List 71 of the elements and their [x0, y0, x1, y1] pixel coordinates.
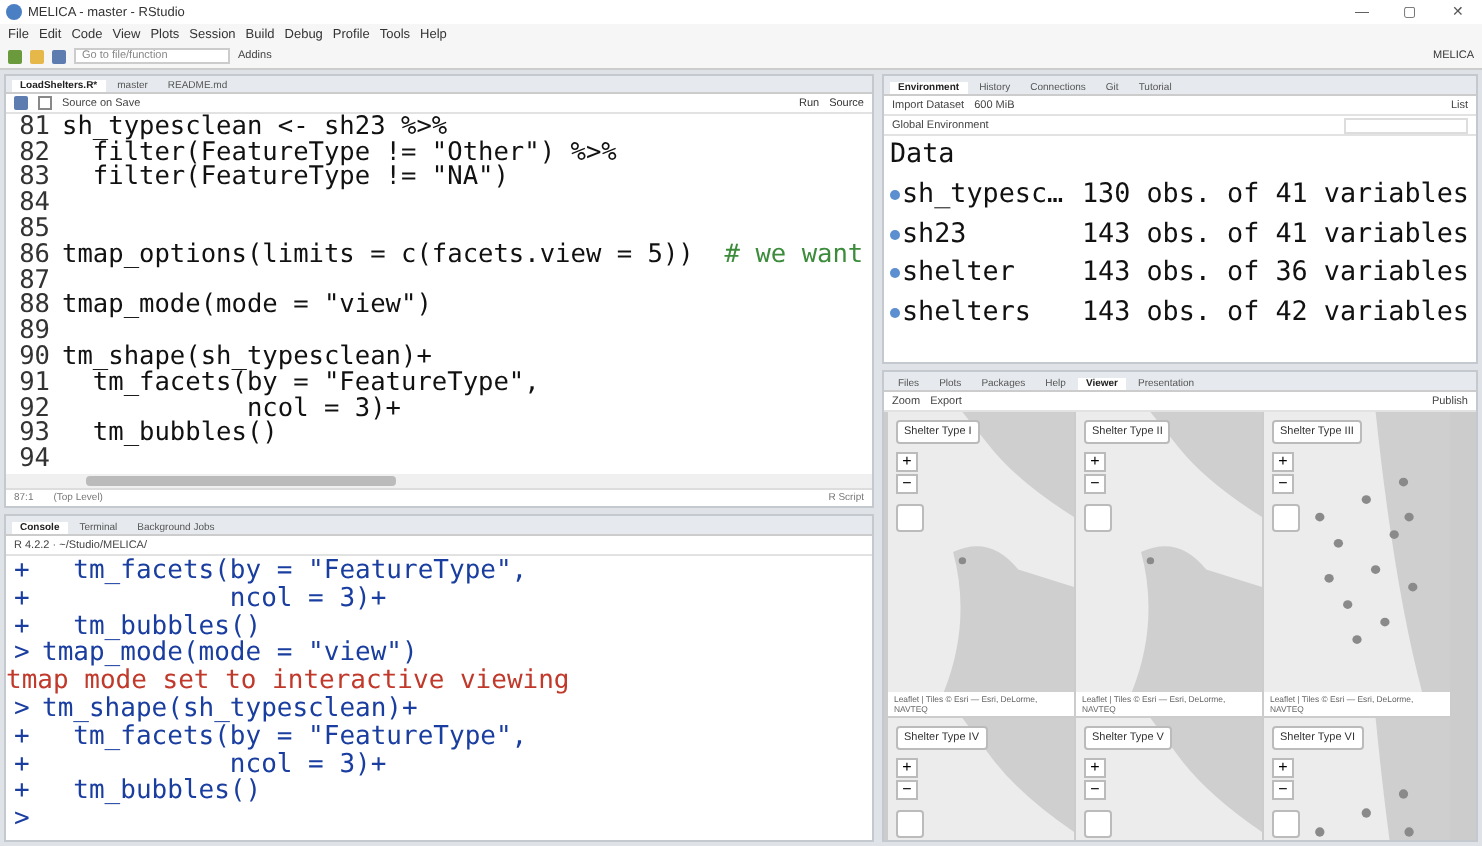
line-number: 94 — [17, 448, 52, 474]
code-comment: # we want — [724, 243, 864, 270]
section-heading: Data — [890, 138, 957, 174]
zoom-in-button[interactable]: + — [896, 758, 918, 778]
console-line: ncol = 3)+ — [229, 585, 387, 614]
line-number: 90 — [17, 346, 52, 372]
zoom-out-button[interactable]: − — [896, 780, 918, 800]
console-prompt: > — [12, 640, 32, 669]
object-summary: 143 obs. of 42 variables — [1082, 297, 1469, 328]
console-line: tm_bubbles() — [73, 613, 262, 641]
code-line: tm_bubbles() — [90, 422, 278, 449]
expand-icon[interactable] — [890, 229, 900, 240]
code-line: ncol = 3)+ — [246, 397, 401, 423]
zoom-out-button[interactable]: − — [1272, 780, 1294, 800]
console-line: tm_facets(by = "FeatureType", — [73, 723, 528, 752]
console-line: tm_shape(sh_typesclean)+ — [42, 695, 418, 724]
zoom-out-button[interactable]: − — [1272, 474, 1294, 494]
line-number: 82 — [17, 141, 52, 167]
console-prompt: + — [12, 558, 32, 586]
object-name[interactable]: sh23 — [902, 219, 1082, 250]
code-line: filter(FeatureType != "NA") — [90, 166, 509, 193]
zoom-in-button[interactable]: + — [1272, 758, 1294, 778]
console-prompt: + — [12, 778, 32, 807]
zoom-in-button[interactable]: + — [1272, 452, 1294, 472]
expand-icon[interactable] — [890, 190, 900, 201]
console-line: tm_bubbles() — [71, 778, 262, 807]
object-summary: 130 obs. of 41 variables — [1082, 180, 1469, 211]
zoom-out-button[interactable]: − — [896, 474, 918, 494]
search-field[interactable] — [1344, 117, 1468, 133]
scrollbar-thumb[interactable] — [86, 476, 396, 486]
expand-icon[interactable] — [890, 307, 900, 318]
code-line: tmap_mode(mode = "view") — [62, 294, 432, 321]
console-prompt: + — [12, 585, 32, 614]
zoom-in-button[interactable]: + — [1084, 758, 1106, 778]
console-line: ncol = 3)+ — [229, 751, 387, 779]
line-number: 87 — [17, 269, 52, 295]
line-number: 85 — [17, 218, 52, 244]
object-name[interactable]: shelters — [902, 297, 1082, 328]
zoom-in-button[interactable]: + — [896, 452, 918, 472]
line-number: 92 — [17, 397, 52, 423]
object-name[interactable]: sh_typesc… — [902, 180, 1082, 211]
line-number: 88 — [17, 294, 52, 321]
console-prompt: + — [12, 723, 32, 752]
line-number: 81 — [17, 115, 52, 142]
code-line: filter(FeatureType != "Other") %>% — [92, 141, 617, 167]
console-prompt: + — [12, 751, 32, 779]
code-line: tmap_options(limits = c(facets.view = 5)) — [62, 243, 696, 270]
object-summary: 143 obs. of 41 variables — [1082, 219, 1469, 250]
code-line: tm_facets(by = "FeatureType", — [92, 371, 540, 398]
console-line: tm_facets(by = "FeatureType", — [71, 558, 528, 586]
circle-logo-icon — [6, 4, 22, 20]
source-on-save-checkbox[interactable] — [38, 96, 52, 111]
line-number: 86 — [17, 243, 52, 270]
line-number: 83 — [17, 166, 52, 193]
zoom-out-button[interactable]: − — [1084, 474, 1106, 494]
code-line: sh_typesclean <- sh23 %>% — [62, 115, 448, 142]
line-number: 89 — [17, 320, 52, 347]
zoom-in-button[interactable]: + — [1084, 452, 1106, 472]
console-line: tmap mode set to interactive viewing — [6, 668, 570, 696]
line-number: 93 — [17, 422, 52, 449]
console-prompt: > — [12, 806, 32, 834]
expand-icon[interactable] — [890, 268, 900, 279]
object-name[interactable]: shelter — [902, 258, 1082, 289]
object-summary: 143 obs. of 36 variables — [1082, 258, 1469, 289]
console-prompt: > — [14, 695, 30, 724]
console-prompt: + — [12, 613, 32, 641]
line-number: 84 — [17, 192, 52, 219]
line-number: 91 — [17, 371, 52, 398]
code-line: tm_shape(sh_typesclean)+ — [62, 346, 432, 372]
console-line: tmap_mode(mode = "view") — [42, 640, 418, 669]
zoom-out-button[interactable]: − — [1084, 780, 1106, 800]
